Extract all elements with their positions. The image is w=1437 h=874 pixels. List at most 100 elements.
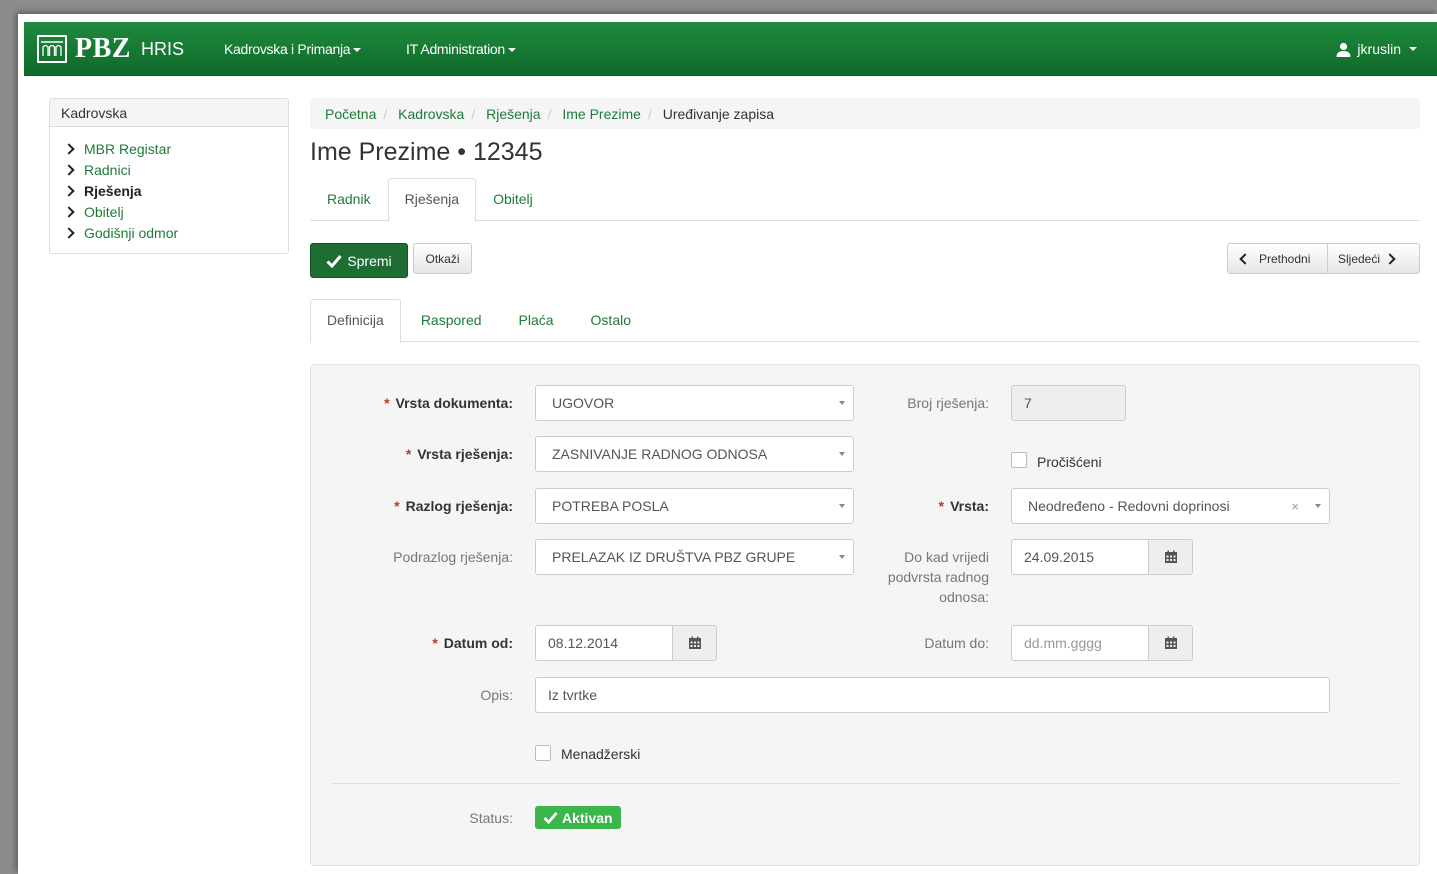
calendar-icon [1164, 636, 1177, 649]
sidebar-item-mbr-registar[interactable]: MBR Registar [63, 138, 288, 159]
calendar-button[interactable] [672, 625, 717, 661]
vrsta-rjesenja-value: ZASNIVANJE RADNOG ODNOSA [552, 446, 768, 462]
breadcrumb-link-kadrovska[interactable]: Kadrovska [398, 106, 464, 122]
podrazlog-rjesenja-label: Podrazlog rješenja: [393, 549, 513, 565]
opis-label: Opis: [480, 687, 513, 703]
datum-do-input[interactable]: dd.mm.gggg [1011, 625, 1149, 661]
calendar-icon [1164, 550, 1177, 563]
sidebar-item-godisnji-odmor[interactable]: Godišnji odmor [63, 222, 288, 243]
breadcrumb-link-pocetna[interactable]: Početna [325, 106, 376, 122]
menadzerski-checkbox[interactable] [535, 745, 551, 761]
brand[interactable]: PBZ HRIS [37, 33, 184, 65]
username: jkruslin [1357, 41, 1401, 57]
previous-button[interactable]: Prethodni [1227, 243, 1328, 274]
save-button-label: Spremi [347, 252, 392, 269]
tab-raspored[interactable]: Raspored [401, 299, 499, 342]
vrsta-select[interactable]: Neodređeno - Redovni doprinosi × [1011, 488, 1330, 524]
calendar-button[interactable] [1148, 539, 1193, 575]
nav-menu-kadrovska[interactable]: Kadrovska i Primanja [224, 41, 362, 57]
user-icon [1336, 42, 1351, 57]
do-kad-vrijedi-label-line: podvrsta radnog [887, 569, 989, 585]
dropdown-arrow-icon [839, 401, 845, 405]
opis-input[interactable]: Iz tvrtke [535, 677, 1330, 713]
dropdown-arrow-icon [839, 452, 845, 456]
breadcrumb-link-rjesenja[interactable]: Rješenja [486, 106, 540, 122]
required-marker: * [405, 446, 412, 462]
prociscen-checkbox[interactable] [1011, 452, 1027, 468]
chevron-left-icon [1239, 252, 1251, 265]
chevron-right-icon [1384, 252, 1396, 265]
required-marker: * [938, 498, 945, 514]
do-kad-vrijedi-label: Do kad vrijedi podvrsta radnog odnosa: [849, 547, 989, 607]
sidebar-item-obitelj[interactable]: Obitelj [63, 201, 288, 222]
vrsta-rjesenja-select[interactable]: ZASNIVANJE RADNOG ODNOSA [535, 436, 854, 472]
dropdown-arrow-icon [1315, 504, 1321, 508]
do-kad-vrijedi-label-line: Do kad vrijedi [904, 549, 989, 565]
vrsta-label-text: Vrsta: [950, 498, 989, 514]
form-divider [331, 783, 1399, 784]
tab-radnik[interactable]: Radnik [310, 178, 388, 221]
razlog-rjesenja-label-text: Razlog rješenja: [405, 498, 513, 514]
tab-rjesenja[interactable]: Rješenja [387, 178, 477, 222]
datum-od-input[interactable]: 08.12.2014 [535, 625, 673, 661]
clear-icon[interactable]: × [1291, 499, 1299, 514]
dropdown-arrow-icon [839, 555, 845, 559]
pbz-logo-icon [37, 35, 67, 63]
chevron-right-icon [63, 205, 75, 218]
vrsta-value: Neodređeno - Redovni doprinosi [1028, 498, 1230, 514]
nav-menu-it-administration[interactable]: IT Administration [406, 41, 516, 57]
vrsta-dokumenta-select[interactable]: UGOVOR [535, 385, 854, 421]
breadcrumb-separator: / [647, 106, 652, 122]
nav-menu-label: Kadrovska i Primanja [224, 41, 351, 57]
breadcrumb-link-ime-prezime[interactable]: Ime Prezime [562, 106, 641, 122]
next-button[interactable]: Sljedeći [1328, 243, 1420, 274]
breadcrumb-separator: / [383, 106, 388, 122]
breadcrumb-separator: / [547, 106, 552, 122]
vrsta-label: * Vrsta: [939, 496, 989, 516]
razlog-rjesenja-select[interactable]: POTREBA POSLA [535, 488, 854, 524]
top-navbar: PBZ HRIS Kadrovska i Primanja IT Adminis… [24, 22, 1437, 76]
tab-obitelj[interactable]: Obitelj [476, 178, 550, 221]
razlog-rjesenja-value: POTREBA POSLA [552, 498, 669, 514]
vrsta-dokumenta-label: * Vrsta dokumenta: [384, 393, 513, 413]
cancel-button[interactable]: Otkaži [413, 243, 472, 274]
caret-down-icon [507, 48, 516, 53]
calendar-button[interactable] [1148, 625, 1193, 661]
status-badge-text: Aktivan [562, 809, 613, 826]
podrazlog-rjesenja-value: PRELAZAK IZ DRUŠTVA PBZ GRUPE [552, 549, 796, 565]
datum-od-label: * Datum od: [432, 633, 513, 653]
menadzerski-label: Menadžerski [561, 746, 641, 762]
status-badge: Aktivan [535, 806, 621, 829]
chevron-right-icon [63, 226, 75, 239]
broj-rjesenja-field: 7 [1011, 385, 1126, 421]
required-marker: * [394, 498, 400, 514]
sidebar-item-label: Rješenja [84, 182, 142, 199]
sidebar-item-label: Godišnji odmor [84, 224, 179, 241]
podrazlog-rjesenja-select[interactable]: PRELAZAK IZ DRUŠTVA PBZ GRUPE [535, 539, 854, 575]
caret-down-icon [353, 48, 362, 53]
sidebar: Kadrovska MBR Registar Radnici Rješenja … [49, 98, 289, 254]
vrsta-dokumenta-label-text: Vrsta dokumenta: [395, 395, 513, 411]
do-kad-vrijedi-label-line: odnosa: [939, 589, 989, 605]
check-icon [543, 811, 558, 824]
sidebar-item-label: Obitelj [84, 203, 124, 220]
status-label: Status: [469, 810, 513, 826]
sidebar-item-label: Radnici [84, 161, 131, 178]
sidebar-heading: Kadrovska [50, 99, 288, 127]
sidebar-item-radnici[interactable]: Radnici [63, 159, 288, 180]
save-button[interactable]: Spremi [310, 243, 408, 278]
page-title: Ime Prezime • 12345 [310, 138, 543, 166]
user-menu[interactable]: jkruslin [1336, 41, 1417, 57]
calendar-icon [688, 636, 701, 649]
do-kad-vrijedi-input[interactable]: 24.09.2015 [1011, 539, 1149, 575]
datum-do-label: Datum do: [924, 635, 989, 651]
brand-name: PBZ [75, 33, 131, 64]
tab-definicija[interactable]: Definicija [310, 299, 401, 343]
tab-placa[interactable]: Plaća [499, 299, 571, 342]
chevron-right-icon [63, 163, 75, 176]
datum-od-label-text: Datum od: [443, 635, 513, 651]
breadcrumb: Početna / Kadrovska / Rješenja / Ime Prezim… [310, 98, 1420, 129]
sidebar-item-rjesenja[interactable]: Rješenja [63, 180, 288, 201]
tab-ostalo[interactable]: Ostalo [571, 299, 648, 342]
nav-menu-label: IT Administration [406, 41, 505, 57]
